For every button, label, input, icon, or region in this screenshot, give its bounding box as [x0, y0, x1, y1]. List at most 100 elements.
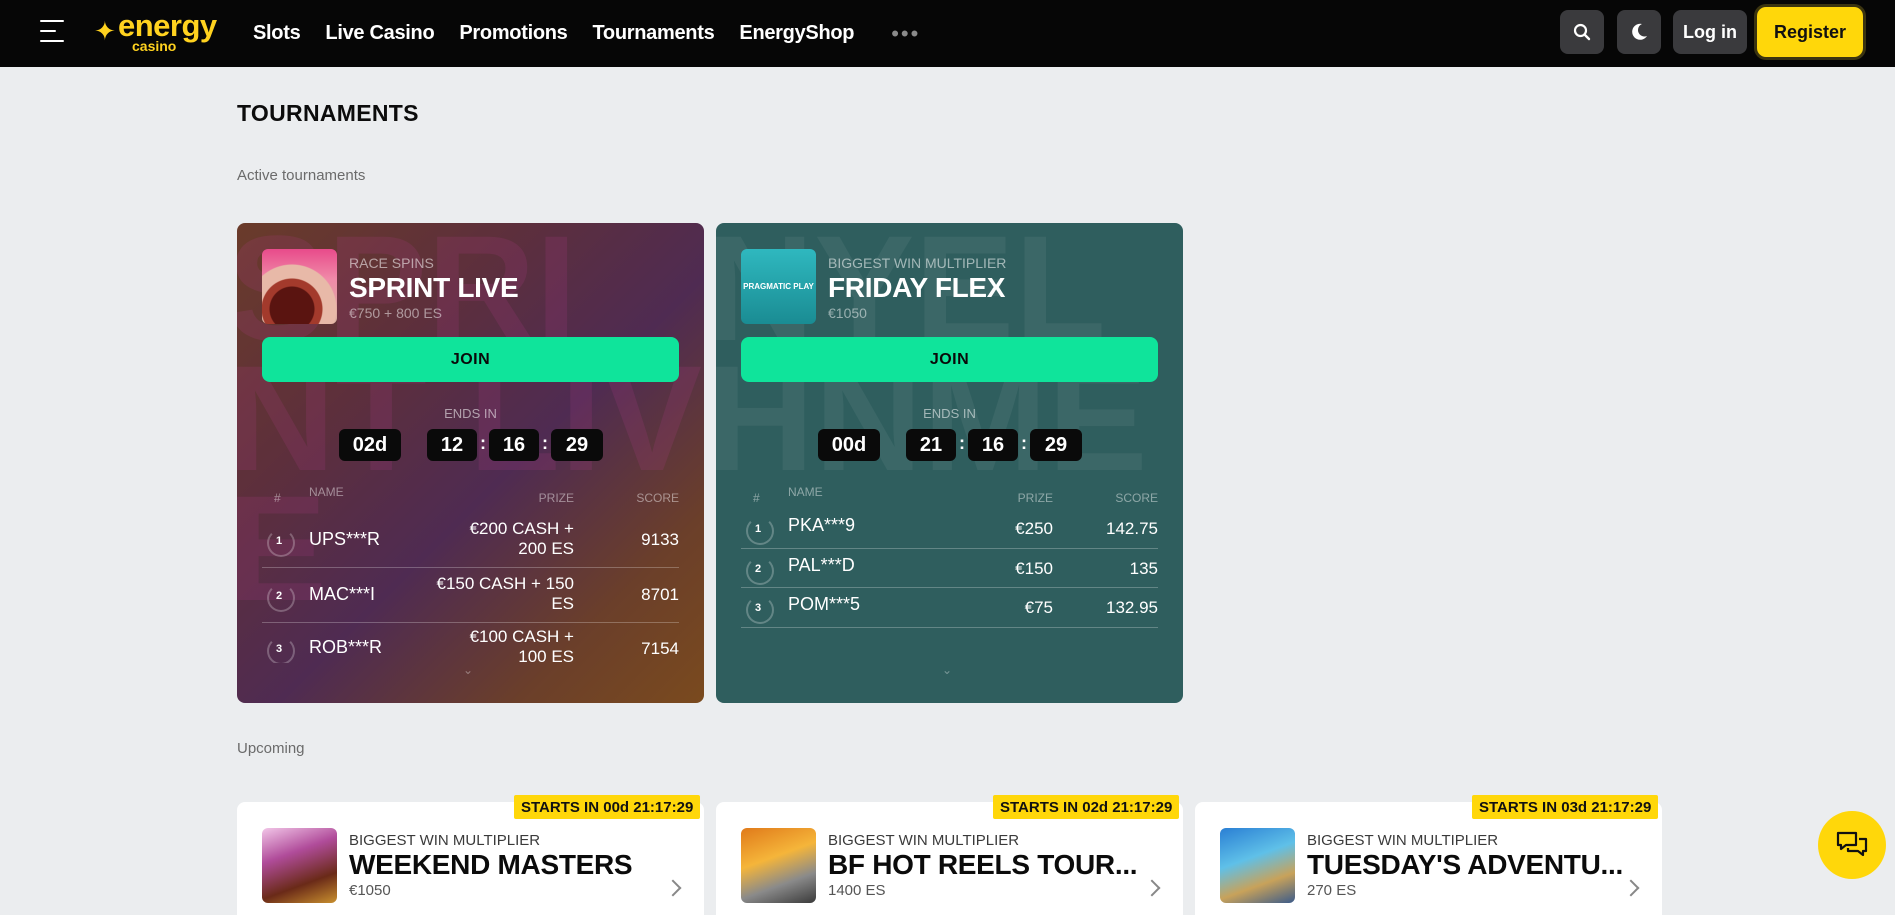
nav-promotions[interactable]: Promotions: [459, 22, 567, 45]
tournament-prize: 1400 ES: [828, 882, 886, 899]
tournament-type: BIGGEST WIN MULTIPLIER: [349, 832, 541, 849]
prize-line: €200 CASH +: [469, 519, 574, 538]
starts-in-badge: STARTS IN 00d 21:17:29: [514, 795, 701, 819]
join-button[interactable]: JOIN: [262, 337, 679, 382]
search-icon: [1573, 23, 1591, 41]
prize-line: €150 CASH + 150: [436, 574, 574, 593]
tournament-type: BIGGEST WIN MULTIPLIER: [828, 832, 1020, 849]
tournament-type: BIGGEST WIN MULTIPLIER: [1307, 832, 1499, 849]
timer-separator: :: [480, 433, 486, 453]
countdown-timer: 00d 21 : 16 : 29: [716, 429, 1183, 461]
header-score: SCORE: [636, 491, 679, 505]
player-prize: €100 CASH +100 ES: [470, 627, 574, 663]
tournament-name: SPRINT LIVE: [349, 272, 519, 303]
leaderboard-row: 1 UPS***R €200 CASH +200 ES 9133: [262, 513, 679, 568]
search-button[interactable]: [1560, 10, 1604, 54]
tournament-type: RACE SPINS: [349, 255, 434, 271]
player-score: 142.75: [1106, 519, 1158, 538]
leaderboard: 1 UPS***R €200 CASH +200 ES 9133 2 MAC**…: [262, 513, 679, 663]
chevron-right-icon[interactable]: [1143, 879, 1161, 897]
nav-energyshop[interactable]: EnergyShop: [739, 22, 854, 45]
player-prize: €150: [1015, 559, 1053, 578]
tournament-name: TUESDAY'S ADVENTU...: [1307, 849, 1623, 880]
theme-toggle-button[interactable]: [1617, 10, 1661, 54]
player-name: MAC***I: [309, 584, 376, 604]
moon-icon: [1632, 23, 1647, 40]
leaderboard-row: 3 ROB***R €100 CASH +100 ES 7154: [262, 623, 679, 663]
menu-icon[interactable]: [40, 20, 64, 42]
tournament-name: BF HOT REELS TOUR...: [828, 849, 1138, 880]
header-prize: PRIZE: [538, 491, 574, 505]
timer-hours: 12: [427, 429, 477, 461]
prize-line: ES: [551, 594, 574, 613]
player-name: PAL***D: [788, 555, 855, 575]
timer-minutes: 16: [968, 429, 1018, 461]
login-button[interactable]: Log in: [1673, 10, 1747, 54]
tournament-card-friday-flex[interactable]: NYEL HNME PRAGMATIC PLAY BIGGEST WIN MUL…: [716, 223, 1183, 703]
header-name: NAME: [788, 485, 823, 499]
ends-in-label: ENDS IN: [923, 406, 976, 421]
tournament-card-sprint-live[interactable]: SPRI NT LIV E RACE SPINS SPRINT LIVE €75…: [237, 223, 704, 703]
live-chat-button[interactable]: [1818, 811, 1886, 879]
starts-in-badge: STARTS IN 02d 21:17:29: [993, 795, 1180, 819]
chevron-right-icon[interactable]: [1622, 879, 1640, 897]
nav-live-casino[interactable]: Live Casino: [325, 22, 434, 45]
more-menu-icon[interactable]: •••: [891, 21, 920, 47]
player-name: UPS***R: [309, 529, 381, 549]
energy-casino-logo[interactable]: ✦ energy casino: [94, 10, 234, 54]
player-score: 9133: [641, 530, 679, 549]
leaderboard-row: 2 PAL***D €150 135: [741, 549, 1158, 588]
leaderboard-row: 1 PKA***9 €250 142.75: [741, 509, 1158, 549]
game-thumbnail: [1220, 828, 1295, 903]
join-button[interactable]: JOIN: [741, 337, 1158, 382]
timer-separator: :: [1021, 433, 1027, 453]
timer-separator: :: [542, 433, 548, 453]
timer-days: 00d: [818, 429, 880, 461]
rank-badge: 2: [267, 584, 295, 612]
register-button[interactable]: Register: [1757, 7, 1863, 57]
player-name: POM***5: [788, 594, 861, 614]
leaderboard-row: 2 MAC***I €150 CASH + 150 ES 8701: [262, 568, 679, 623]
game-thumbnail: [262, 828, 337, 903]
chat-icon: [1836, 831, 1868, 857]
rank-badge: 2: [746, 557, 774, 585]
tournament-name: WEEKEND MASTERS: [349, 849, 633, 880]
player-score: 132.95: [1106, 598, 1158, 617]
header-rank: #: [274, 491, 281, 505]
leaderboard: 1 PKA***9 €250 142.75 2 PAL***D €150 135…: [741, 509, 1158, 628]
tournament-prize: €1050: [828, 305, 867, 321]
rank-badge: 3: [746, 596, 774, 624]
rank-badge: 3: [267, 637, 295, 663]
player-score: 7154: [641, 639, 679, 658]
prize-line: 200 ES: [518, 539, 574, 558]
prize-line: €100 CASH +: [469, 627, 574, 646]
leaderboard-row: 3 POM***5 €75 132.95: [741, 588, 1158, 628]
tournament-name: FRIDAY FLEX: [828, 272, 1006, 303]
rank-badge: 1: [746, 517, 774, 545]
countdown-timer: 02d 12 : 16 : 29: [237, 429, 704, 461]
prize-line: 100 ES: [518, 647, 574, 663]
nav-slots[interactable]: Slots: [253, 22, 301, 45]
game-thumbnail: [741, 828, 816, 903]
chevron-right-icon[interactable]: [664, 879, 682, 897]
expand-chevron-icon[interactable]: ⌄: [463, 663, 473, 677]
player-prize: €150 CASH + 150 ES: [436, 574, 574, 614]
pragmatic-play-thumbnail: PRAGMATIC PLAY: [741, 249, 816, 324]
top-navigation-bar: ✦ energy casino Slots Live Casino Promot…: [0, 0, 1895, 67]
roulette-game-thumbnail: [262, 249, 337, 324]
header-score: SCORE: [1115, 491, 1158, 505]
header-rank: #: [753, 491, 760, 505]
logo-subtitle: casino: [132, 38, 177, 54]
active-tournaments-label: Active tournaments: [237, 167, 366, 184]
tournament-prize: €1050: [349, 882, 391, 899]
timer-minutes: 16: [489, 429, 539, 461]
nav-tournaments[interactable]: Tournaments: [593, 22, 715, 45]
player-score: 8701: [641, 585, 679, 604]
starts-in-badge: STARTS IN 03d 21:17:29: [1472, 795, 1659, 819]
player-score: 135: [1129, 559, 1158, 578]
ends-in-label: ENDS IN: [444, 406, 497, 421]
page-title: TOURNAMENTS: [237, 100, 419, 126]
tournament-type: BIGGEST WIN MULTIPLIER: [828, 255, 1007, 271]
header-name: NAME: [309, 485, 344, 499]
expand-chevron-icon[interactable]: ⌄: [942, 663, 952, 677]
